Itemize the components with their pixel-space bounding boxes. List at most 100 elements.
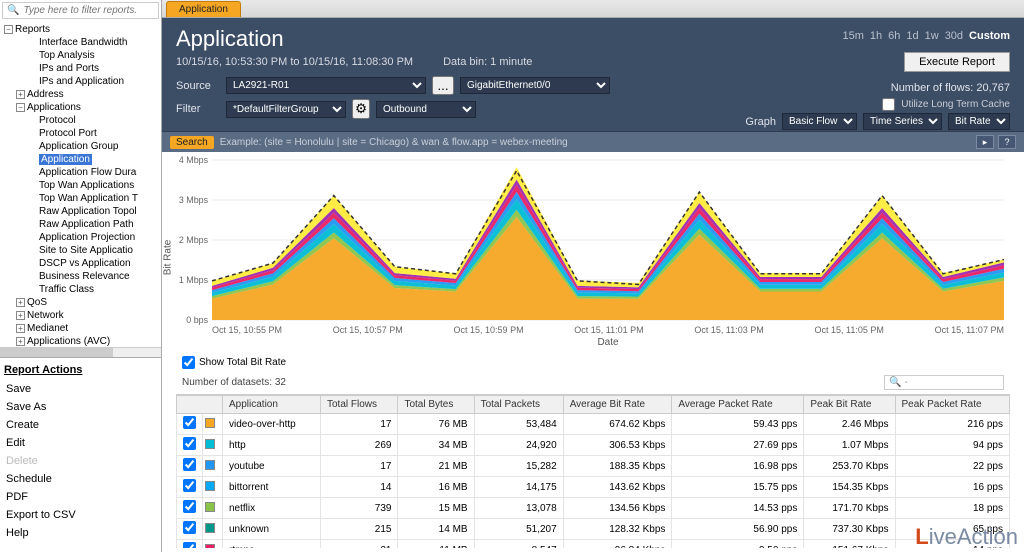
col-header[interactable]: Application xyxy=(223,396,321,414)
action-schedule[interactable]: Schedule xyxy=(0,470,161,488)
tab-strip: Application xyxy=(162,0,1024,18)
tree-item[interactable]: +QoS xyxy=(16,296,159,309)
execute-report-button[interactable]: Execute Report xyxy=(904,52,1010,72)
graph-display-select[interactable]: Time Series xyxy=(863,113,942,130)
col-header[interactable]: Peak Bit Rate xyxy=(804,396,895,414)
row-checkbox[interactable] xyxy=(183,479,196,492)
table-row[interactable]: http26934 MB24,920 306.53 Kbps27.69 pps1… xyxy=(177,435,1010,456)
tree-item[interactable]: Protocol xyxy=(28,114,159,127)
table-row[interactable]: bittorrent1416 MB14,175 143.62 Kbps15.75… xyxy=(177,477,1010,498)
table-row[interactable]: video-over-http1776 MB53,484 674.62 Kbps… xyxy=(177,414,1010,435)
action-help[interactable]: Help xyxy=(0,524,161,542)
svg-text:4 Mbps: 4 Mbps xyxy=(179,155,209,165)
row-checkbox[interactable] xyxy=(183,458,196,471)
tree-item[interactable]: Protocol Port xyxy=(28,127,159,140)
tree-root[interactable]: −Reports xyxy=(4,23,159,36)
table-row[interactable]: rtmpe2111 MB8,547 96.84 Kbps9.50 pps151.… xyxy=(177,540,1010,549)
svg-text:0 bps: 0 bps xyxy=(186,315,208,325)
col-header[interactable]: Total Packets xyxy=(474,396,563,414)
row-checkbox[interactable] xyxy=(183,416,196,429)
x-ticks: Oct 15, 10:55 PMOct 15, 10:57 PMOct 15, … xyxy=(212,323,1004,337)
direction-select[interactable]: Outbound xyxy=(376,101,476,118)
tree-item[interactable]: IPs and Ports xyxy=(16,62,159,75)
tree-item[interactable]: DSCP vs Application xyxy=(28,257,159,270)
table-row[interactable]: youtube1721 MB15,282 188.35 Kbps16.98 pp… xyxy=(177,456,1010,477)
col-header[interactable]: Peak Packet Rate xyxy=(895,396,1009,414)
preset-6h[interactable]: 6h xyxy=(888,30,900,42)
preset-15m[interactable]: 15m xyxy=(842,30,863,42)
source-label: Source xyxy=(176,80,220,92)
tree-item[interactable]: Site to Site Applicatio xyxy=(28,244,159,257)
row-checkbox[interactable] xyxy=(183,542,196,548)
tree-item[interactable]: Top Analysis xyxy=(16,49,159,62)
tab-application[interactable]: Application xyxy=(166,1,241,17)
tree-item[interactable]: Raw Application Path xyxy=(28,218,159,231)
tree-item[interactable]: +Network xyxy=(16,309,159,322)
table-row[interactable]: netflix73915 MB13,078 134.56 Kbps14.53 p… xyxy=(177,498,1010,519)
tree-item[interactable]: IPs and Application xyxy=(16,75,159,88)
tree-applications[interactable]: −Applications xyxy=(16,101,159,114)
graph-type-select[interactable]: Basic Flow xyxy=(782,113,857,130)
y-axis-label: Bit Rate xyxy=(163,240,174,276)
cache-label: Utilize Long Term Cache xyxy=(901,99,1010,110)
source-select[interactable]: LA2921-R01 xyxy=(226,77,426,94)
report-actions: Report Actions SaveSave AsCreateEditDele… xyxy=(0,357,161,552)
show-total-checkbox[interactable] xyxy=(182,356,195,369)
action-pdf[interactable]: PDF xyxy=(0,488,161,506)
tree-item[interactable]: Application Projection xyxy=(28,231,159,244)
row-checkbox[interactable] xyxy=(183,500,196,513)
chart-area: Bit Rate 0 bps1 Mbps2 Mbps3 Mbps4 Mbps O… xyxy=(162,152,1024,352)
tree-address[interactable]: +Address xyxy=(16,88,159,101)
row-checkbox[interactable] xyxy=(183,521,196,534)
tree-item[interactable]: Application Group xyxy=(28,140,159,153)
tree-item[interactable]: Traffic Class xyxy=(28,283,159,296)
action-delete[interactable]: Delete xyxy=(0,452,161,470)
col-header[interactable]: Total Bytes xyxy=(398,396,474,414)
tree-item[interactable]: Application Flow Dura xyxy=(28,166,159,179)
col-header[interactable]: Average Packet Rate xyxy=(672,396,804,414)
action-create[interactable]: Create xyxy=(0,416,161,434)
chart-svg: 0 bps1 Mbps2 Mbps3 Mbps4 Mbps xyxy=(212,160,1004,320)
search-exec-button[interactable]: ▸ xyxy=(976,135,994,149)
action-save[interactable]: Save xyxy=(0,380,161,398)
col-header[interactable]: Total Flows xyxy=(320,396,397,414)
table-search[interactable]: 🔍- xyxy=(884,375,1004,390)
action-export-to-csv[interactable]: Export to CSV xyxy=(0,506,161,524)
tree-item[interactable]: +Medianet xyxy=(16,322,159,335)
color-swatch xyxy=(205,523,215,533)
preset-1w[interactable]: 1w xyxy=(925,30,939,42)
graph-metric-select[interactable]: Bit Rate xyxy=(948,113,1010,130)
sidebar: 🔍 −Reports Interface BandwidthTop Analys… xyxy=(0,0,162,552)
preset-1h[interactable]: 1h xyxy=(870,30,882,42)
flows-value: 20,767 xyxy=(976,82,1010,94)
preset-Custom[interactable]: Custom xyxy=(969,30,1010,42)
preset-30d[interactable]: 30d xyxy=(945,30,963,42)
tree-hscroll[interactable] xyxy=(0,347,161,357)
filter-config-button[interactable]: ⚙ xyxy=(352,99,370,119)
preset-1d[interactable]: 1d xyxy=(906,30,918,42)
color-swatch xyxy=(205,460,215,470)
graph-label: Graph xyxy=(745,116,776,128)
row-checkbox[interactable] xyxy=(183,437,196,450)
table-row[interactable]: unknown21514 MB51,207 128.32 Kbps56.90 p… xyxy=(177,519,1010,540)
tree-item[interactable]: Application xyxy=(28,153,159,166)
col-header[interactable]: Average Bit Rate xyxy=(563,396,672,414)
filter-reports-input[interactable] xyxy=(23,5,154,16)
tree-item[interactable]: +Applications (AVC) xyxy=(16,335,159,347)
tree-item[interactable]: Business Relevance xyxy=(28,270,159,283)
action-edit[interactable]: Edit xyxy=(0,434,161,452)
source-browse-button[interactable]: ... xyxy=(432,76,454,95)
tree-item[interactable]: Raw Application Topol xyxy=(28,205,159,218)
cache-checkbox[interactable] xyxy=(882,98,895,111)
report-tree[interactable]: −Reports Interface BandwidthTop Analysis… xyxy=(0,21,161,347)
tree-item[interactable]: Interface Bandwidth xyxy=(16,36,159,49)
action-save-as[interactable]: Save As xyxy=(0,398,161,416)
tree-item[interactable]: Top Wan Application T xyxy=(28,192,159,205)
search-help-button[interactable]: ? xyxy=(998,135,1016,149)
tree-item[interactable]: Top Wan Applications xyxy=(28,179,159,192)
filter-label: Filter xyxy=(176,103,220,115)
interface-select[interactable]: GigabitEthernet0/0 xyxy=(460,77,610,94)
col-header[interactable] xyxy=(177,396,223,414)
filter-select[interactable]: *DefaultFilterGroup xyxy=(226,101,346,118)
color-swatch xyxy=(205,502,215,512)
